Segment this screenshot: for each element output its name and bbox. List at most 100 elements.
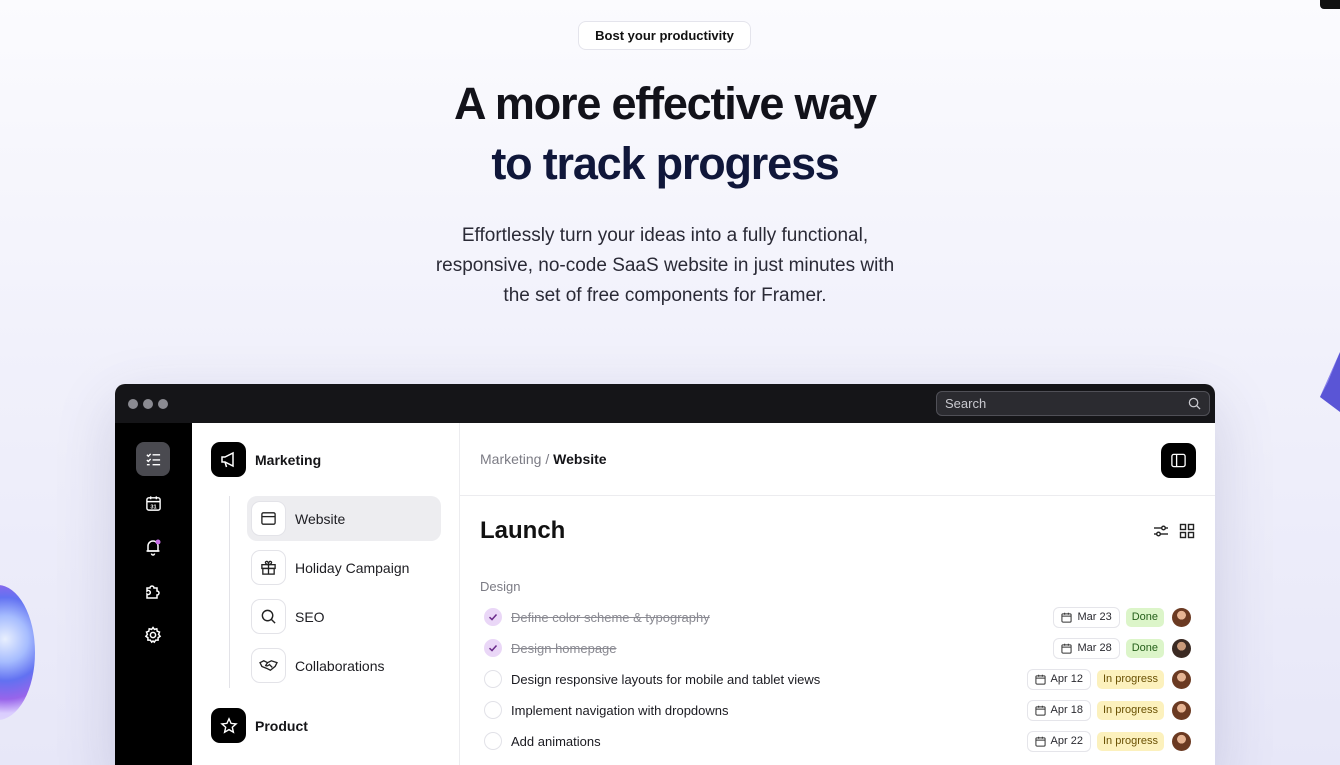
bell-icon [146, 539, 161, 556]
status-badge: In progress [1096, 700, 1164, 720]
grid-view-icon[interactable] [1179, 523, 1195, 539]
task-checkbox[interactable] [484, 639, 502, 657]
task-checkbox[interactable] [484, 608, 502, 626]
task-checkbox[interactable] [484, 670, 502, 688]
toggle-panel-button[interactable] [1161, 443, 1196, 478]
sidebar-item-label: SEO [295, 608, 325, 625]
sidebar-item-holiday-campaign[interactable]: Holiday Campaign [247, 545, 441, 590]
sidebar-item-label: Collaborations [295, 657, 385, 674]
task-title[interactable]: Implement navigation with dropdowns [511, 703, 1027, 718]
decorative-shape [1320, 352, 1340, 412]
section-title: Design [480, 579, 521, 594]
task-title[interactable]: Design homepage [511, 641, 1053, 656]
gift-icon [251, 550, 286, 585]
rail-integrations-button[interactable] [136, 574, 170, 608]
breadcrumb-parent[interactable]: Marketing [480, 451, 541, 467]
sidebar-tree-line [229, 496, 230, 688]
status-badge: In progress [1096, 669, 1164, 689]
task-row[interactable]: Design homepage Mar 28 Done [484, 635, 1191, 661]
rail-tasks-button[interactable] [136, 442, 170, 476]
hero-subtitle: Effortlessly turn your ideas into a full… [0, 221, 1330, 311]
view-tools [1153, 523, 1195, 539]
calendar-icon [1034, 736, 1046, 747]
sidebar-group-label: Marketing [255, 451, 322, 468]
sidebar-item-label: Website [295, 510, 346, 527]
breadcrumb: Marketing / Website [460, 423, 1215, 496]
rail-calendar-button[interactable]: 31 [136, 486, 170, 520]
window-dot-close[interactable] [128, 398, 138, 409]
avatar[interactable] [1172, 700, 1191, 720]
sidebar-panel-icon [1171, 453, 1186, 468]
check-icon [488, 644, 498, 652]
window-dot-minimize[interactable] [143, 398, 153, 409]
app-window: Search 31 Marketing Website Holiday Camp… [115, 384, 1215, 765]
breadcrumb-separator: / [541, 451, 554, 467]
task-title[interactable]: Add animations [511, 734, 1027, 749]
hero-title-line-1: A more effective way [453, 78, 877, 129]
task-row[interactable]: Define color scheme & typography Mar 23 Do… [484, 604, 1191, 630]
star-icon [211, 708, 246, 743]
megaphone-icon [211, 442, 246, 477]
page-title: Launch [480, 517, 566, 544]
calendar-icon [1061, 643, 1073, 654]
task-due-date[interactable]: Mar 28 [1053, 637, 1120, 659]
filter-sliders-icon[interactable] [1153, 523, 1169, 539]
sidebar-item-website[interactable]: Website [247, 496, 441, 541]
task-due-date[interactable]: Apr 22 [1026, 730, 1091, 752]
check-icon [488, 613, 498, 621]
calendar-day: 31 [150, 504, 156, 510]
window-dot-maximize[interactable] [158, 398, 168, 409]
task-checkbox[interactable] [484, 732, 502, 750]
task-due-date[interactable]: Apr 12 [1026, 668, 1091, 690]
rail-settings-button[interactable] [136, 618, 170, 652]
task-row[interactable]: Add animations Apr 22 In progress [484, 728, 1191, 754]
sidebar-group-product[interactable]: Product [211, 708, 308, 743]
search-icon [251, 599, 286, 634]
hero-subtitle-line: responsive, no-code SaaS website in just… [435, 255, 895, 276]
tasks-icon [145, 452, 160, 465]
status-badge: Done [1125, 638, 1164, 658]
calendar-icon [1061, 612, 1073, 623]
settings-icon [144, 626, 162, 644]
productivity-badge: Bost your productivity [578, 21, 751, 50]
task-row[interactable]: Design responsive layouts for mobile and… [484, 666, 1191, 692]
task-date-label: Mar 28 [1077, 642, 1112, 654]
avatar[interactable] [1172, 638, 1191, 658]
task-date-label: Apr 18 [1050, 704, 1083, 716]
avatar[interactable] [1172, 731, 1191, 751]
rail-notifications-button[interactable] [136, 530, 170, 564]
search-icon [1188, 397, 1201, 410]
sidebar-item-label: Holiday Campaign [295, 559, 410, 576]
sidebar-item-collaborations[interactable]: Collaborations [247, 643, 441, 688]
search-input[interactable]: Search [936, 391, 1210, 416]
browser-icon [251, 501, 286, 536]
avatar[interactable] [1172, 669, 1191, 689]
status-badge: Done [1125, 607, 1164, 627]
calendar-icon [1034, 674, 1046, 685]
calendar-icon [1034, 705, 1046, 716]
main-panel: Marketing / Website Launch Design Define… [460, 423, 1215, 765]
hero-subtitle-line: Effortlessly turn your ideas into a full… [461, 225, 869, 246]
sidebar-group-marketing[interactable]: Marketing [211, 442, 321, 477]
search-placeholder: Search [945, 396, 987, 411]
corner-block [1320, 0, 1340, 9]
sidebar-item-seo[interactable]: SEO [247, 594, 441, 639]
handshake-icon [251, 648, 286, 683]
status-badge: In progress [1096, 731, 1164, 751]
hero-title-line-2: to track progress [491, 138, 839, 189]
task-row[interactable]: Implement navigation with dropdowns Apr 1… [484, 697, 1191, 723]
task-date-label: Mar 23 [1077, 611, 1112, 623]
avatar[interactable] [1172, 607, 1191, 627]
breadcrumb-current: Website [553, 451, 607, 467]
project-sidebar: Marketing Website Holiday Campaign SEO C… [192, 423, 460, 765]
task-checkbox[interactable] [484, 701, 502, 719]
task-date-label: Apr 12 [1050, 673, 1083, 685]
task-due-date[interactable]: Apr 18 [1026, 699, 1091, 721]
task-due-date[interactable]: Mar 23 [1053, 606, 1120, 628]
decorative-orb [0, 585, 35, 720]
icon-rail: 31 [115, 423, 192, 765]
sidebar-group-label: Product [255, 717, 308, 734]
task-title[interactable]: Design responsive layouts for mobile and… [511, 672, 1027, 687]
task-date-label: Apr 22 [1050, 735, 1083, 747]
task-title[interactable]: Define color scheme & typography [511, 610, 1053, 625]
